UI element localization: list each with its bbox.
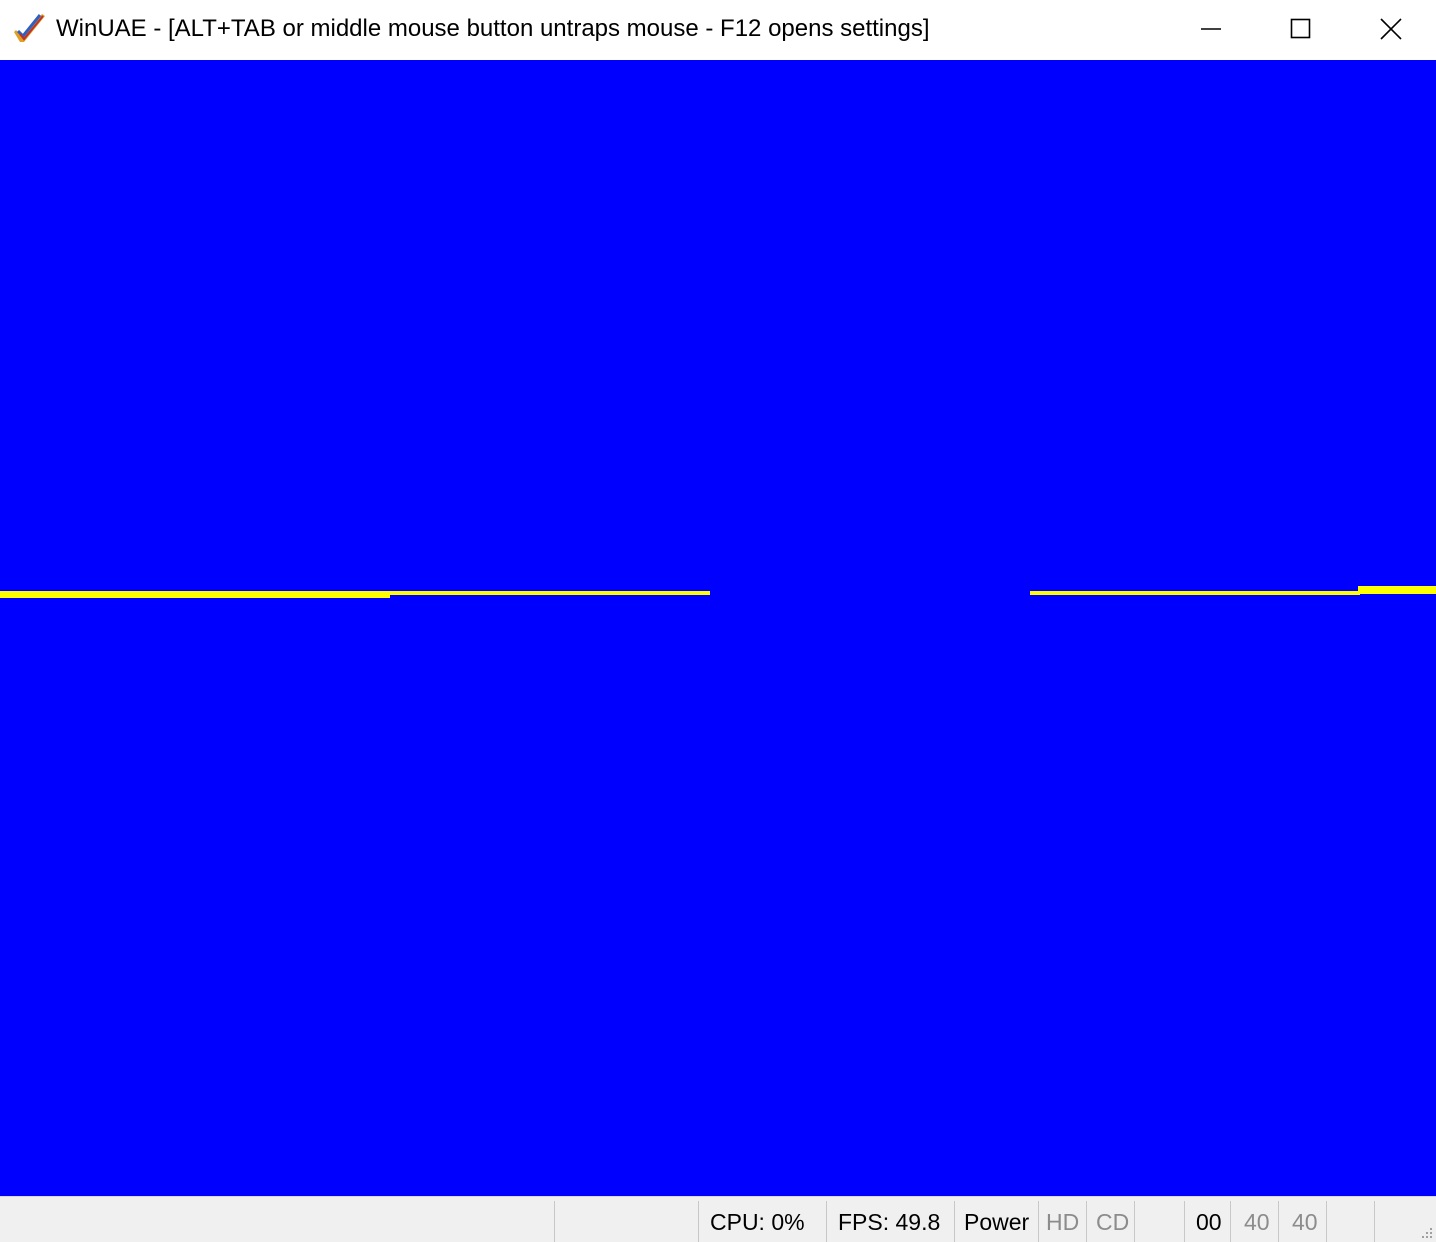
title-bar[interactable]: WinUAE - [ALT+TAB or middle mouse button… <box>0 0 1436 60</box>
resize-grip-icon[interactable] <box>1416 1222 1434 1240</box>
status-divider <box>826 1201 827 1242</box>
status-divider <box>1374 1201 1375 1242</box>
drive-df0-indicator[interactable]: 00 <box>1196 1207 1222 1237</box>
minimize-icon <box>1201 28 1221 30</box>
status-divider <box>1038 1201 1039 1242</box>
drive-df2-indicator[interactable]: 40 <box>1292 1207 1318 1237</box>
power-indicator[interactable]: Power <box>964 1207 1029 1237</box>
status-divider <box>1326 1201 1327 1242</box>
maximize-icon <box>1290 18 1311 39</box>
status-bar: CPU: 0% FPS: 49.8 Power HD CD 00 40 40 <box>0 1196 1436 1242</box>
status-divider <box>1134 1201 1135 1242</box>
emulator-display[interactable] <box>0 60 1436 1196</box>
winuae-checkmark-icon <box>14 14 45 42</box>
yellow-scanline <box>390 591 710 595</box>
yellow-scanline <box>1030 591 1360 595</box>
status-divider <box>1086 1201 1087 1242</box>
maximize-button[interactable] <box>1256 0 1346 58</box>
status-divider <box>1278 1201 1279 1242</box>
yellow-scanline <box>1358 586 1436 594</box>
winuae-window: WinUAE - [ALT+TAB or middle mouse button… <box>0 0 1436 1242</box>
close-icon <box>1380 18 1402 40</box>
status-divider <box>1184 1201 1185 1242</box>
minimize-button[interactable] <box>1166 0 1256 58</box>
drive-df1-indicator[interactable]: 40 <box>1244 1207 1270 1237</box>
cd-indicator: CD <box>1096 1209 1130 1235</box>
hd-indicator: HD <box>1046 1209 1080 1235</box>
window-title: WinUAE - [ALT+TAB or middle mouse button… <box>56 15 930 42</box>
close-button[interactable] <box>1346 0 1436 58</box>
yellow-scanline <box>0 591 390 598</box>
cpu-indicator: CPU: 0% <box>710 1209 805 1235</box>
status-divider <box>954 1201 955 1242</box>
fps-indicator: FPS: 49.8 <box>838 1209 941 1235</box>
status-divider <box>554 1201 555 1242</box>
status-divider <box>698 1201 699 1242</box>
status-divider <box>1230 1201 1231 1242</box>
